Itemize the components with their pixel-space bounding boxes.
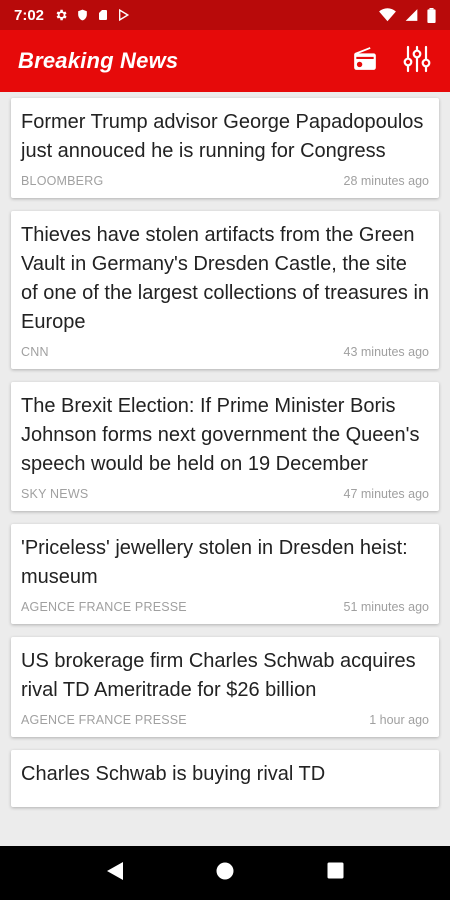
back-button[interactable]: [95, 853, 135, 893]
news-headline: The Brexit Election: If Prime Minister B…: [21, 395, 420, 475]
news-meta: AGENCE FRANCE PRESSE 1 hour ago: [21, 713, 429, 727]
equalizer-settings-icon: [403, 45, 431, 78]
news-source: CNN: [21, 345, 49, 359]
news-source: AGENCE FRANCE PRESSE: [21, 713, 187, 727]
shield-icon: [76, 8, 89, 22]
news-card[interactable]: Former Trump advisor George Papadopoulos…: [11, 98, 439, 198]
system-nav-bar: [0, 846, 450, 900]
wifi-icon: [379, 8, 396, 22]
gear-icon: [54, 8, 68, 22]
news-headline: 'Priceless' jewellery stolen in Dresden …: [21, 537, 408, 588]
news-timestamp: 47 minutes ago: [343, 487, 429, 501]
news-headline: Thieves have stolen artifacts from the G…: [21, 224, 430, 333]
status-time: 7:02: [14, 6, 45, 24]
play-store-icon: [117, 8, 130, 22]
news-card[interactable]: The Brexit Election: If Prime Minister B…: [11, 382, 439, 511]
status-bar: 7:02: [0, 0, 450, 30]
news-source: AGENCE FRANCE PRESSE: [21, 600, 187, 614]
news-headline: Former Trump advisor George Papadopoulos…: [21, 111, 424, 162]
home-icon: [216, 862, 234, 885]
equalizer-settings-button[interactable]: [402, 45, 432, 78]
back-icon: [106, 861, 124, 886]
status-left-icons: [54, 8, 130, 22]
radio-button[interactable]: [350, 46, 380, 76]
news-card[interactable]: 'Priceless' jewellery stolen in Dresden …: [11, 524, 439, 624]
recents-button[interactable]: [315, 853, 355, 893]
news-timestamp: 28 minutes ago: [343, 174, 429, 188]
radio-icon: [352, 46, 378, 77]
signal-icon: [404, 8, 419, 22]
news-timestamp: 51 minutes ago: [343, 600, 429, 614]
app-title: Breaking News: [18, 48, 179, 73]
app-bar: Breaking News: [0, 30, 450, 92]
battery-icon: [427, 7, 436, 23]
news-card[interactable]: Thieves have stolen artifacts from the G…: [11, 211, 439, 369]
news-headline: US brokerage firm Charles Schwab acquire…: [21, 650, 416, 701]
news-meta: CNN 43 minutes ago: [21, 345, 429, 359]
news-feed[interactable]: Former Trump advisor George Papadopoulos…: [0, 92, 450, 846]
news-card[interactable]: Charles Schwab is buying rival TD: [11, 750, 439, 807]
news-meta: AGENCE FRANCE PRESSE 51 minutes ago: [21, 600, 429, 614]
news-timestamp: 43 minutes ago: [343, 345, 429, 359]
news-meta: BLOOMBERG 28 minutes ago: [21, 174, 429, 188]
news-timestamp: 1 hour ago: [369, 713, 429, 727]
status-right-icons: [379, 7, 436, 23]
app-actions: [350, 45, 432, 78]
news-card[interactable]: US brokerage firm Charles Schwab acquire…: [11, 637, 439, 737]
news-meta: SKY NEWS 47 minutes ago: [21, 487, 429, 501]
home-button[interactable]: [205, 853, 245, 893]
news-headline: Charles Schwab is buying rival TD: [21, 763, 326, 785]
news-source: SKY NEWS: [21, 487, 89, 501]
news-source: BLOOMBERG: [21, 174, 104, 188]
sd-card-icon: [97, 8, 109, 22]
recents-icon: [327, 862, 344, 884]
